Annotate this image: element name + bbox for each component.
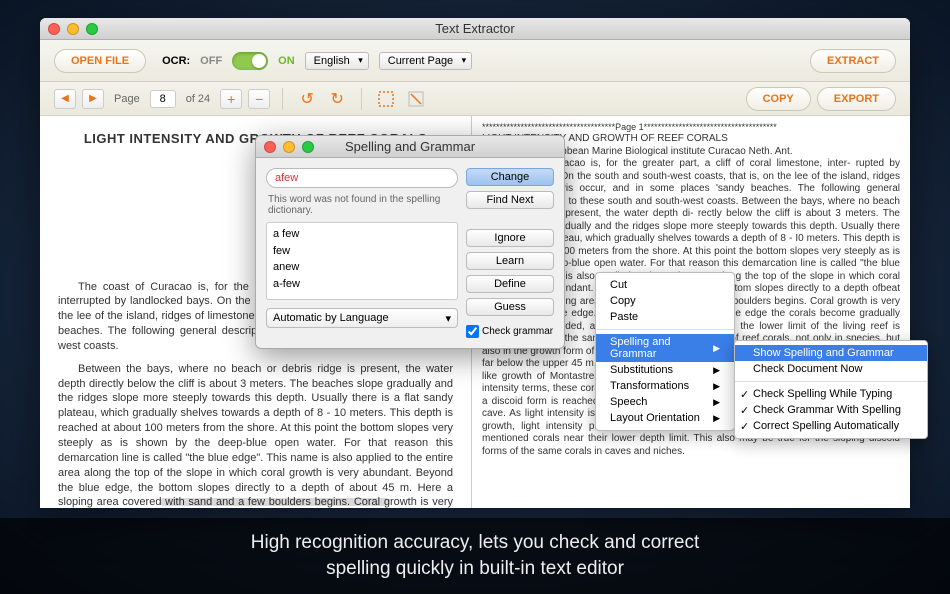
titlebar[interactable]: Text Extractor <box>40 18 910 40</box>
submenu-with-spelling[interactable]: ✓Check Grammar With Spelling <box>735 402 927 418</box>
language-select[interactable]: English <box>305 52 369 70</box>
find-next-button[interactable]: Find Next <box>466 191 554 209</box>
open-file-button[interactable]: OPEN FILE <box>54 49 146 73</box>
scope-select[interactable]: Current Page <box>379 52 472 70</box>
page-input[interactable] <box>150 90 176 108</box>
menu-spelling[interactable]: Spelling and Grammar▶ <box>596 334 734 362</box>
ocr-off-label: OFF <box>200 55 222 67</box>
select-area-icon[interactable] <box>374 88 398 110</box>
spelling-message: This word was not found in the spelling … <box>268 194 456 216</box>
ocr-label: OCR: <box>162 55 190 67</box>
guess-button[interactable]: Guess <box>466 298 554 316</box>
submenu-check-now[interactable]: Check Document Now <box>735 361 927 377</box>
prev-page-button[interactable]: ◀ <box>54 89 76 109</box>
dialog-titlebar[interactable]: Spelling and Grammar <box>256 136 564 158</box>
suggestions-list[interactable]: a few few anew a-few <box>266 222 458 300</box>
extract-button[interactable]: EXTRACT <box>810 49 896 73</box>
page-label: Page <box>114 93 140 105</box>
menu-speech[interactable]: Speech▶ <box>596 394 734 410</box>
suggestion-item[interactable]: few <box>273 243 451 260</box>
rotate-ccw-icon[interactable]: ↺ <box>295 88 319 110</box>
page-separator: **************************************Pa… <box>482 122 900 133</box>
next-page-button[interactable]: ▶ <box>82 89 104 109</box>
menu-cut[interactable]: Cut <box>596 277 734 293</box>
export-button[interactable]: EXPORT <box>817 87 896 111</box>
clear-selection-icon[interactable] <box>404 88 428 110</box>
window-title: Text Extractor <box>40 21 910 36</box>
learn-button[interactable]: Learn <box>466 252 554 270</box>
submenu-auto-correct[interactable]: ✓Correct Spelling Automatically <box>735 418 927 434</box>
change-button[interactable]: Change <box>466 168 554 186</box>
marketing-caption: High recognition accuracy, lets you chec… <box>0 518 950 594</box>
zoom-out-button[interactable]: − <box>248 89 270 109</box>
caption-line2: spelling quickly in built-in text editor <box>326 556 624 582</box>
menu-substitutions[interactable]: Substitutions▶ <box>596 362 734 378</box>
copy-button[interactable]: COPY <box>746 87 811 111</box>
suggestion-item[interactable]: a few <box>273 226 451 243</box>
spelling-submenu[interactable]: Show Spelling and Grammar Check Document… <box>734 340 928 439</box>
caption-line1: High recognition accuracy, lets you chec… <box>251 530 699 556</box>
spelling-word-input[interactable] <box>266 168 458 188</box>
menu-paste[interactable]: Paste <box>596 309 734 325</box>
ignore-button[interactable]: Ignore <box>466 229 554 247</box>
ocr-toggle[interactable] <box>232 52 268 70</box>
define-button[interactable]: Define <box>466 275 554 293</box>
submenu-while-typing[interactable]: ✓Check Spelling While Typing <box>735 386 927 402</box>
suggestion-item[interactable]: anew <box>273 259 451 276</box>
main-toolbar: OPEN FILE OCR: OFF ON English Current Pa… <box>40 40 910 82</box>
page-total: of 24 <box>186 93 210 105</box>
menu-copy[interactable]: Copy <box>596 293 734 309</box>
check-grammar-checkbox[interactable]: Check grammar <box>466 325 554 338</box>
dialog-title: Spelling and Grammar <box>256 139 564 154</box>
check-grammar-input[interactable] <box>466 325 479 338</box>
menu-transformations[interactable]: Transformations▶ <box>596 378 734 394</box>
menu-layout[interactable]: Layout Orientation▶ <box>596 410 734 426</box>
context-menu[interactable]: Cut Copy Paste Spelling and Grammar▶ Sub… <box>595 272 735 431</box>
ocr-on-label: ON <box>278 55 295 67</box>
suggestion-item[interactable]: a-few <box>273 276 451 293</box>
zoom-in-button[interactable]: + <box>220 89 242 109</box>
language-mode-select[interactable]: Automatic by Language <box>266 308 458 328</box>
horizontal-scrollbar[interactable] <box>160 498 390 506</box>
secondary-toolbar: ◀ ▶ Page of 24 + − ↺ ↻ COPY EXPORT <box>40 82 910 116</box>
spelling-dialog[interactable]: Spelling and Grammar This word was not f… <box>255 135 565 349</box>
rotate-cw-icon[interactable]: ↻ <box>325 88 349 110</box>
submenu-show-spelling[interactable]: Show Spelling and Grammar <box>735 345 927 361</box>
doc-para2: Between the bays, where no beach or debr… <box>58 362 453 508</box>
